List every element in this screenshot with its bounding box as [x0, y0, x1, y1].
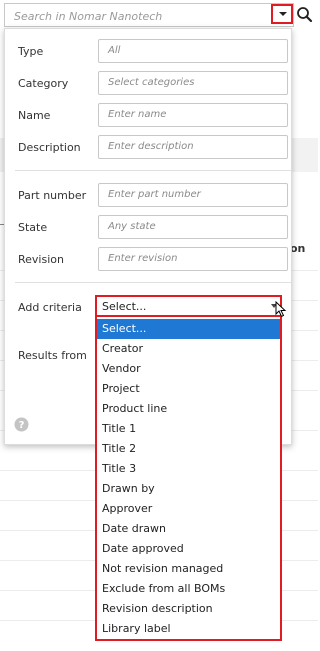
criteria-option[interactable]: Date drawn [97, 519, 280, 539]
category-label: Category [18, 77, 69, 90]
revision-field[interactable]: Enter revision [98, 247, 288, 271]
advanced-search-toggle[interactable] [271, 4, 293, 24]
part-number-field[interactable]: Enter part number [98, 183, 288, 207]
criteria-option[interactable]: Project [97, 379, 280, 399]
criteria-option[interactable]: Approver [97, 499, 280, 519]
name-placeholder: Enter name [108, 109, 167, 120]
criteria-option[interactable]: Product line [97, 399, 280, 419]
criteria-option[interactable]: Not revision managed [97, 559, 280, 579]
type-label: Type [18, 45, 44, 58]
criteria-dropdown-list: Select... Creator Vendor Project Product lin… [95, 317, 282, 641]
category-placeholder: Select categories [108, 77, 195, 88]
type-field[interactable]: All [98, 39, 288, 63]
chevron-down-icon [279, 12, 287, 16]
criteria-option[interactable]: Title 3 [97, 459, 280, 479]
criteria-option[interactable]: Creator [97, 339, 280, 359]
section-divider [15, 170, 291, 171]
criteria-option[interactable]: Select... [97, 319, 280, 339]
revision-placeholder: Enter revision [108, 253, 178, 264]
search-icon [297, 7, 313, 23]
category-field[interactable]: Select categories [98, 71, 288, 95]
type-value: All [108, 45, 121, 56]
question-circle-icon[interactable]: ? [14, 417, 29, 432]
criteria-option[interactable]: Drawn by [97, 479, 280, 499]
criteria-option[interactable]: Title 1 [97, 419, 280, 439]
description-placeholder: Enter description [108, 141, 194, 152]
mouse-pointer-icon [275, 301, 287, 318]
criteria-option[interactable]: Library label [97, 619, 280, 639]
state-value: Any state [108, 221, 156, 232]
search-input[interactable]: Search in Nomar Nanotech [14, 10, 264, 23]
description-field[interactable]: Enter description [98, 135, 288, 159]
svg-text:?: ? [19, 420, 25, 431]
section-divider [15, 282, 291, 283]
add-criteria-selected-value: Select... [102, 300, 147, 313]
criteria-option[interactable]: Revision description [97, 599, 280, 619]
name-label: Name [18, 109, 51, 122]
state-label: State [18, 221, 48, 234]
background-column-header: on [290, 242, 306, 255]
revision-label: Revision [18, 253, 64, 266]
state-field[interactable]: Any state [98, 215, 288, 239]
name-field[interactable]: Enter name [98, 103, 288, 127]
part-number-label: Part number [18, 189, 87, 202]
description-label: Description [18, 141, 81, 154]
search-button[interactable] [295, 4, 315, 26]
criteria-option[interactable]: Date approved [97, 539, 280, 559]
part-number-placeholder: Enter part number [108, 189, 201, 200]
criteria-option[interactable]: Exclude from all BOMs [97, 579, 280, 599]
criteria-option[interactable]: Vendor [97, 359, 280, 379]
add-criteria-select[interactable]: Select... [95, 295, 282, 317]
search-bar: Search in Nomar Nanotech [4, 3, 294, 27]
results-from-label: Results from [18, 349, 87, 362]
criteria-option[interactable]: Title 2 [97, 439, 280, 459]
add-criteria-label: Add criteria [18, 301, 82, 314]
